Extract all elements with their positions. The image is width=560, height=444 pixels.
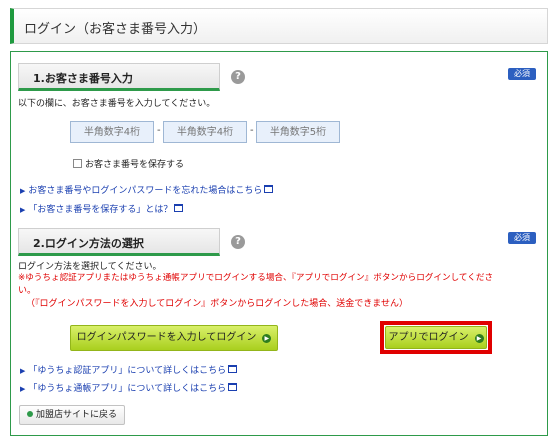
arrow-right-icon: ▶ (262, 334, 272, 343)
customer-number-field-3[interactable] (256, 121, 340, 143)
required-badge: 必須 (508, 232, 536, 244)
arrow-right-icon: ▶ (20, 187, 26, 195)
bullet-icon (26, 411, 33, 417)
question-circle-icon[interactable]: ? (231, 70, 245, 84)
arrow-right-icon: ▶ (20, 206, 26, 214)
save-number-label: お客さま番号を保存する (85, 160, 185, 170)
section2-heading: 2.ログイン方法の選択 (18, 228, 220, 256)
auth-app-info-link[interactable]: ▶ 「ゆうちょ認証アプリ」について詳しくはこちら (20, 363, 238, 376)
page-title: ログイン（お客さま番号入力） (24, 22, 207, 37)
section2-title: 2.ログイン方法の選択 (33, 237, 144, 250)
app-login-button[interactable]: アプリでログイン ▶ (385, 326, 487, 349)
external-window-icon (228, 365, 238, 373)
save-number-checkbox[interactable] (73, 159, 82, 168)
external-window-icon (264, 185, 274, 193)
app-login-notice: ※ゆうちょ認証アプリまたはゆうちょ通帳アプリでログインする場合、『アプリでログイ… (18, 273, 494, 283)
external-window-icon (228, 383, 238, 391)
forgot-number-link[interactable]: ▶ お客さま番号やログインパスワードを忘れた場合はこちら (20, 183, 274, 196)
customer-number-field-1[interactable] (70, 121, 154, 143)
question-circle-icon[interactable]: ? (231, 235, 245, 249)
page-header: ログイン（お客さま番号入力） (10, 8, 548, 44)
section1-instruction: 以下の欄に、お客さま番号を入力してください。 (18, 99, 216, 109)
arrow-right-icon: ▶ (20, 385, 26, 393)
external-window-icon (174, 204, 184, 212)
arrow-right-icon: ▶ (474, 334, 484, 343)
back-to-merchant-button[interactable]: 加盟店サイトに戻る (19, 405, 125, 425)
separator: - (250, 125, 254, 136)
arrow-right-icon: ▶ (20, 367, 26, 375)
app-login-notice-cont: い。 (18, 286, 37, 296)
customer-number-field-2[interactable] (163, 121, 247, 143)
required-badge: 必須 (508, 68, 536, 80)
password-login-button[interactable]: ログインパスワードを入力してログイン ▶ (70, 325, 278, 351)
separator: - (157, 125, 161, 136)
section1-title: 1.お客さま番号入力 (33, 72, 133, 85)
section1-heading: 1.お客さま番号入力 (18, 63, 220, 91)
save-number-info-link[interactable]: ▶ 「お客さま番号を保存する」とは？ (20, 202, 184, 215)
passbook-app-info-link[interactable]: ▶ 「ゆうちょ通帳アプリ」について詳しくはこちら (20, 381, 238, 394)
password-login-warning: （『ログインパスワードを入力してログイン』ボタンからログインした場合、送金できま… (26, 299, 408, 309)
